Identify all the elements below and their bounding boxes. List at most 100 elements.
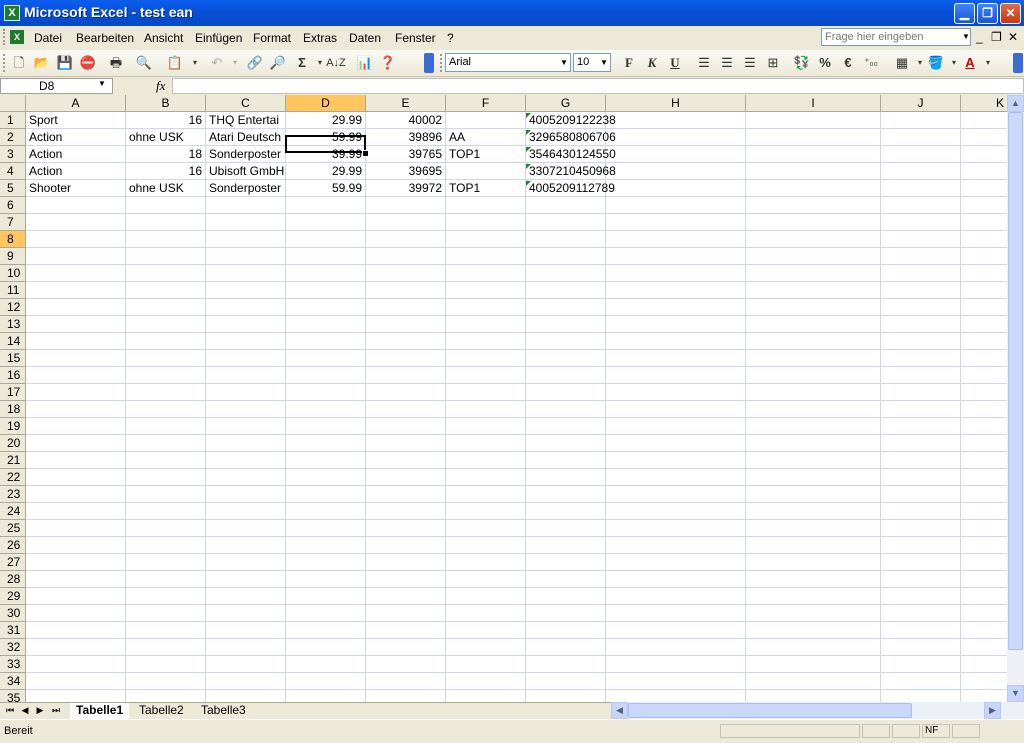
text-number-warning-icon[interactable] xyxy=(526,113,531,118)
close-button[interactable]: ✕ xyxy=(1000,3,1021,24)
column-header-i[interactable]: I xyxy=(746,95,881,112)
row-header-32[interactable]: 32 xyxy=(0,639,26,656)
scroll-left-icon[interactable]: ◀ xyxy=(611,702,628,719)
row-header-3[interactable]: 3 xyxy=(0,146,26,163)
cell-a3[interactable]: Action xyxy=(26,146,125,163)
horizontal-scroll-thumb[interactable] xyxy=(628,703,912,718)
font-size-select[interactable]: 10 ▼ xyxy=(573,53,611,72)
font-color-icon[interactable]: A xyxy=(960,53,980,73)
research-icon[interactable]: 🔎 xyxy=(268,53,288,73)
row-header-2[interactable]: 2 xyxy=(0,129,26,146)
row-header-5[interactable]: 5 xyxy=(0,180,26,197)
new-file-icon[interactable]: 🗋 xyxy=(9,53,29,73)
row-header-28[interactable]: 28 xyxy=(0,571,26,588)
cell-b3[interactable]: 18 xyxy=(126,146,205,163)
vertical-scroll-thumb[interactable] xyxy=(1008,112,1023,650)
menu-ansicht[interactable]: Ansicht xyxy=(144,31,183,45)
name-box[interactable]: D8 xyxy=(0,78,113,94)
row-header-25[interactable]: 25 xyxy=(0,520,26,537)
cell-d1[interactable]: 29.99 xyxy=(286,112,365,129)
paste-dropdown-icon[interactable]: ▾ xyxy=(185,53,205,73)
align-center-icon[interactable]: ☰ xyxy=(717,53,737,73)
insert-function-icon[interactable]: fx xyxy=(156,78,165,94)
cell-b1[interactable]: 16 xyxy=(126,112,205,129)
row-header-8[interactable]: 8 xyxy=(0,231,26,248)
tab-tabelle3[interactable]: Tabelle3 xyxy=(195,703,252,719)
row-header-10[interactable]: 10 xyxy=(0,265,26,282)
row-header-1[interactable]: 1 xyxy=(0,112,26,129)
fill-color-icon[interactable]: 🪣 xyxy=(926,53,946,73)
column-header-d[interactable]: D xyxy=(286,95,366,112)
row-header-13[interactable]: 13 xyxy=(0,316,26,333)
cell-e3[interactable]: 39765 xyxy=(366,146,445,163)
menu-einfuegen[interactable]: Einfügen xyxy=(195,31,242,45)
restore-button[interactable]: ❐ xyxy=(977,3,998,24)
cell-a1[interactable]: Sport xyxy=(26,112,125,129)
cell-c2[interactable]: Atari Deutsch xyxy=(206,129,285,146)
column-header-k[interactable]: K xyxy=(961,95,1007,112)
row-header-12[interactable]: 12 xyxy=(0,299,26,316)
row-header-27[interactable]: 27 xyxy=(0,554,26,571)
text-number-warning-icon[interactable] xyxy=(526,147,531,152)
open-folder-icon[interactable]: 📂 xyxy=(32,53,52,73)
row-header-35[interactable]: 35 xyxy=(0,690,26,702)
help-dropdown-icon[interactable]: ▼ xyxy=(960,28,972,46)
help-search-input[interactable]: Frage hier eingeben xyxy=(821,28,971,46)
help-icon[interactable]: ❓ xyxy=(378,53,398,73)
currency-icon[interactable]: 💱 xyxy=(792,53,812,73)
cell-c1[interactable]: THQ Entertai xyxy=(206,112,285,129)
increase-decimal-button[interactable]: ⁺₀₀ xyxy=(861,53,881,73)
row-header-4[interactable]: 4 xyxy=(0,163,26,180)
row-header-29[interactable]: 29 xyxy=(0,588,26,605)
cell-a2[interactable]: Action xyxy=(26,129,125,146)
cell-f5[interactable]: TOP1 xyxy=(446,180,525,197)
text-number-warning-icon[interactable] xyxy=(526,164,531,169)
row-header-18[interactable]: 18 xyxy=(0,401,26,418)
column-header-b[interactable]: B xyxy=(126,95,206,112)
row-header-15[interactable]: 15 xyxy=(0,350,26,367)
row-header-34[interactable]: 34 xyxy=(0,673,26,690)
scroll-up-icon[interactable]: ▲ xyxy=(1007,95,1024,112)
first-sheet-icon[interactable]: ⏮ xyxy=(4,705,16,716)
row-header-7[interactable]: 7 xyxy=(0,214,26,231)
cell-c5[interactable]: Sonderposter xyxy=(206,180,285,197)
undo-icon[interactable]: ↶ xyxy=(207,53,227,73)
paste-icon[interactable]: 📋 xyxy=(165,53,185,73)
doc-minimize-button[interactable]: _ xyxy=(976,30,983,44)
permission-icon[interactable]: ⛔ xyxy=(78,53,98,73)
row-header-17[interactable]: 17 xyxy=(0,384,26,401)
cell-e1[interactable]: 40002 xyxy=(366,112,445,129)
font-name-select[interactable]: Arial ▼ xyxy=(445,53,571,72)
row-header-26[interactable]: 26 xyxy=(0,537,26,554)
cell-g2[interactable]: 3296580806706 xyxy=(526,129,666,146)
italic-button[interactable]: K xyxy=(642,53,662,73)
menu-help[interactable]: ? xyxy=(447,31,454,45)
next-sheet-icon[interactable]: ▶ xyxy=(34,705,46,716)
column-header-f[interactable]: F xyxy=(446,95,526,112)
save-icon[interactable]: 💾 xyxy=(55,53,75,73)
bold-button[interactable]: F xyxy=(619,53,639,73)
row-header-20[interactable]: 20 xyxy=(0,435,26,452)
cell-b4[interactable]: 16 xyxy=(126,163,205,180)
row-header-14[interactable]: 14 xyxy=(0,333,26,350)
print-icon[interactable]: 🖶 xyxy=(106,53,126,73)
row-header-24[interactable]: 24 xyxy=(0,503,26,520)
underline-button[interactable]: U xyxy=(665,53,685,73)
row-header-33[interactable]: 33 xyxy=(0,656,26,673)
menu-fenster[interactable]: Fenster xyxy=(395,31,436,45)
fill-handle[interactable] xyxy=(362,150,369,157)
row-header-30[interactable]: 30 xyxy=(0,605,26,622)
cell-f3[interactable]: TOP1 xyxy=(446,146,525,163)
cell-f2[interactable]: AA xyxy=(446,129,525,146)
row-header-19[interactable]: 19 xyxy=(0,418,26,435)
column-header-e[interactable]: E xyxy=(366,95,446,112)
excel-icon[interactable]: X xyxy=(4,5,20,21)
cell-d5[interactable]: 59.99 xyxy=(286,180,365,197)
sort-ascending-icon[interactable]: A↓Z xyxy=(326,53,346,73)
menu-format[interactable]: Format xyxy=(253,31,291,45)
cell-c4[interactable]: Ubisoft GmbH xyxy=(206,163,285,180)
doc-restore-button[interactable]: ❐ xyxy=(991,30,1002,44)
toolbar-grip[interactable] xyxy=(3,54,8,72)
cell-g5[interactable]: 4005209112789 xyxy=(526,180,666,197)
minimize-button[interactable]: ▁ xyxy=(954,3,975,24)
